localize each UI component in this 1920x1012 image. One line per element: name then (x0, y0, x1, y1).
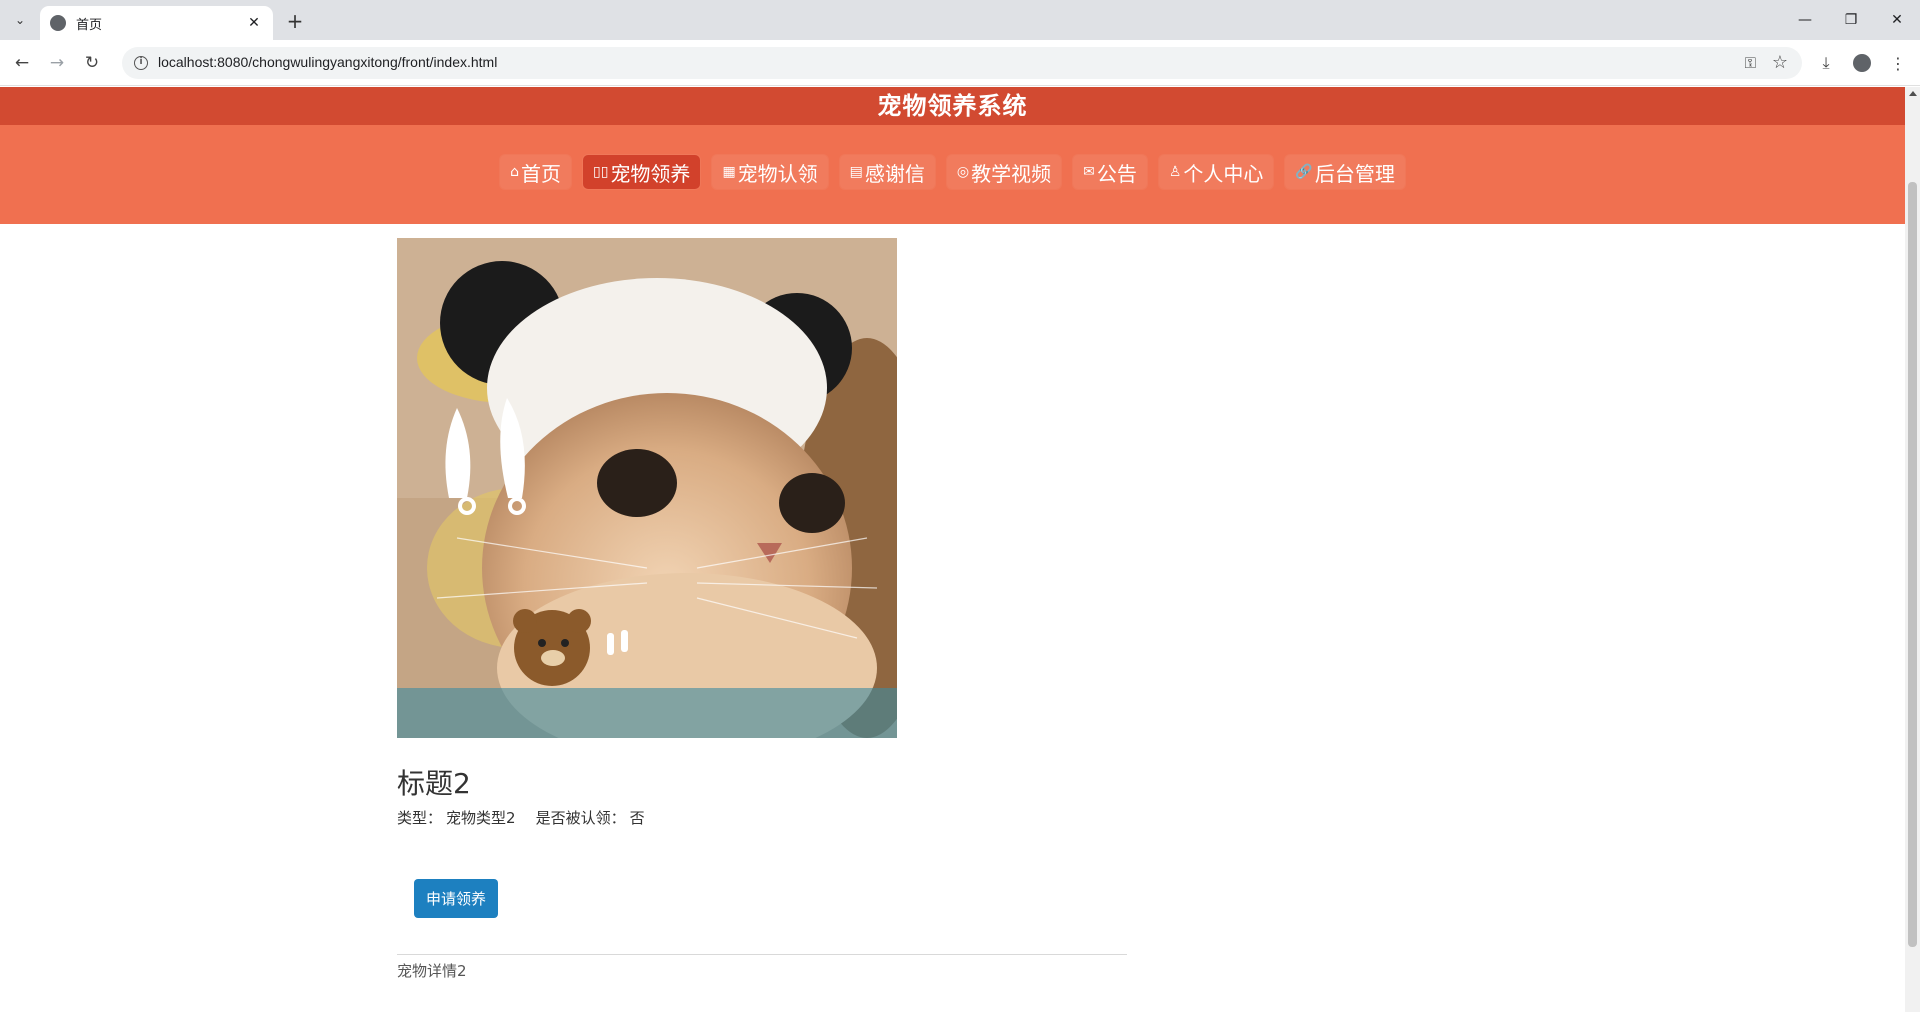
adopted-value: 否 (629, 809, 645, 827)
home-icon: ⌂ (510, 164, 520, 180)
site-header: 宠物领养系统 (0, 87, 1905, 125)
avatar-icon (1853, 54, 1871, 72)
new-tab-button[interactable]: + (282, 8, 308, 34)
window-close-icon[interactable]: ✕ (1874, 0, 1920, 40)
globe-icon (50, 15, 66, 31)
url-text[interactable]: localhost:8080/chongwulingyangxitong/fro… (158, 54, 497, 70)
bookmark-star-icon[interactable]: ☆ (1772, 52, 1788, 73)
nav-item-label: 后台管理 (1314, 161, 1395, 186)
menu-kebab-icon[interactable]: ⋮ (1884, 49, 1912, 77)
nav-item-6[interactable]: ♙ 个人中心 (1158, 155, 1274, 189)
document-icon: ▤ (849, 164, 863, 180)
pet-detail: 宠物详情2 (397, 962, 467, 980)
forward-arrow-icon[interactable]: → (43, 49, 71, 77)
mail-icon: ✉ (1083, 164, 1095, 180)
site-info-icon[interactable]: i (134, 56, 148, 70)
restore-icon[interactable]: ❐ (1828, 0, 1874, 40)
nav-item-label: 宠物认领 (737, 161, 818, 186)
tab-title: 首页 (76, 17, 103, 33)
pet-title: 标题2 (397, 767, 471, 800)
password-key-icon[interactable]: ⚿ (1745, 54, 1756, 72)
video-icon: ◎ (956, 164, 970, 180)
minimize-icon[interactable]: — (1782, 0, 1828, 40)
main-nav: ⌂ 首页 ▯▯ 宠物领养 ▦ 宠物认领 ▤ 感谢信 ◎ 教学视频 ✉ 公告 ♙ 个人中心 🔗 后台管理 (0, 155, 1905, 189)
cat-photo (397, 238, 897, 738)
nav-item-2[interactable]: ▦ 宠物认领 (712, 155, 828, 189)
reload-icon[interactable]: ↻ (78, 49, 106, 77)
scrollbar-thumb[interactable] (1908, 182, 1917, 947)
close-tab-icon[interactable]: ✕ (245, 15, 263, 31)
tab-search-chevron-icon[interactable]: ⌄ (8, 8, 32, 32)
type-label: 类型： (397, 809, 443, 827)
nav-item-label: 首页 (521, 161, 562, 186)
grid-icon: ▦ (722, 164, 736, 180)
nav-item-4[interactable]: ◎ 教学视频 (946, 155, 1062, 189)
page-viewport: 宠物领养系统 ⌂ 首页 ▯▯ 宠物领养 ▦ 宠物认领 ▤ 感谢信 ◎ 教学视频 ✉ 公告 ♙ 个人中心 🔗 后… (0, 87, 1905, 1012)
apply-adoption-button[interactable]: 申请领养 (414, 879, 498, 918)
browser-toolbar: ← → ↻ i localhost:8080/chongwulingyangxi… (0, 40, 1920, 86)
page-scrollbar[interactable] (1905, 87, 1920, 1012)
nav-item-label: 公告 (1096, 161, 1137, 186)
book-icon: ▯▯ (593, 164, 609, 180)
site-title: 宠物领养系统 (877, 92, 1028, 120)
download-icon[interactable]: ⤓ (1812, 49, 1840, 77)
nav-item-3[interactable]: ▤ 感谢信 (839, 155, 935, 189)
profile-button[interactable] (1848, 49, 1876, 77)
nav-item-label: 宠物领养 (610, 161, 691, 186)
divider (397, 954, 1127, 955)
pet-meta: 类型： 宠物类型2 是否被认领： 否 (397, 807, 645, 828)
type-value: 宠物类型2 (446, 809, 516, 827)
nav-item-7[interactable]: 🔗 后台管理 (1285, 155, 1405, 189)
adopted-label: 是否被认领： (535, 809, 626, 827)
nav-item-label: 教学视频 (971, 161, 1052, 186)
pet-image (397, 238, 897, 738)
nav-item-5[interactable]: ✉ 公告 (1073, 155, 1147, 189)
nav-item-1[interactable]: ▯▯ 宠物领养 (583, 155, 701, 189)
nav-item-label: 个人中心 (1183, 161, 1264, 186)
browser-tab-bar: ⌄ 首页 ✕ + — ❐ ✕ (0, 0, 1920, 40)
browser-tab[interactable]: 首页 ✕ (40, 6, 273, 40)
user-icon: ♙ (1168, 164, 1182, 180)
nav-item-label: 感谢信 (864, 161, 925, 186)
scroll-up-arrow-icon[interactable] (1909, 91, 1917, 96)
nav-band: ⌂ 首页 ▯▯ 宠物领养 ▦ 宠物认领 ▤ 感谢信 ◎ 教学视频 ✉ 公告 ♙ 个人中心 🔗 后台管理 (0, 125, 1905, 224)
link-icon: 🔗 (1295, 164, 1313, 180)
back-arrow-icon[interactable]: ← (8, 49, 36, 77)
nav-item-0[interactable]: ⌂ 首页 (500, 155, 572, 189)
address-bar[interactable]: i localhost:8080/chongwulingyangxitong/f… (122, 47, 1802, 79)
